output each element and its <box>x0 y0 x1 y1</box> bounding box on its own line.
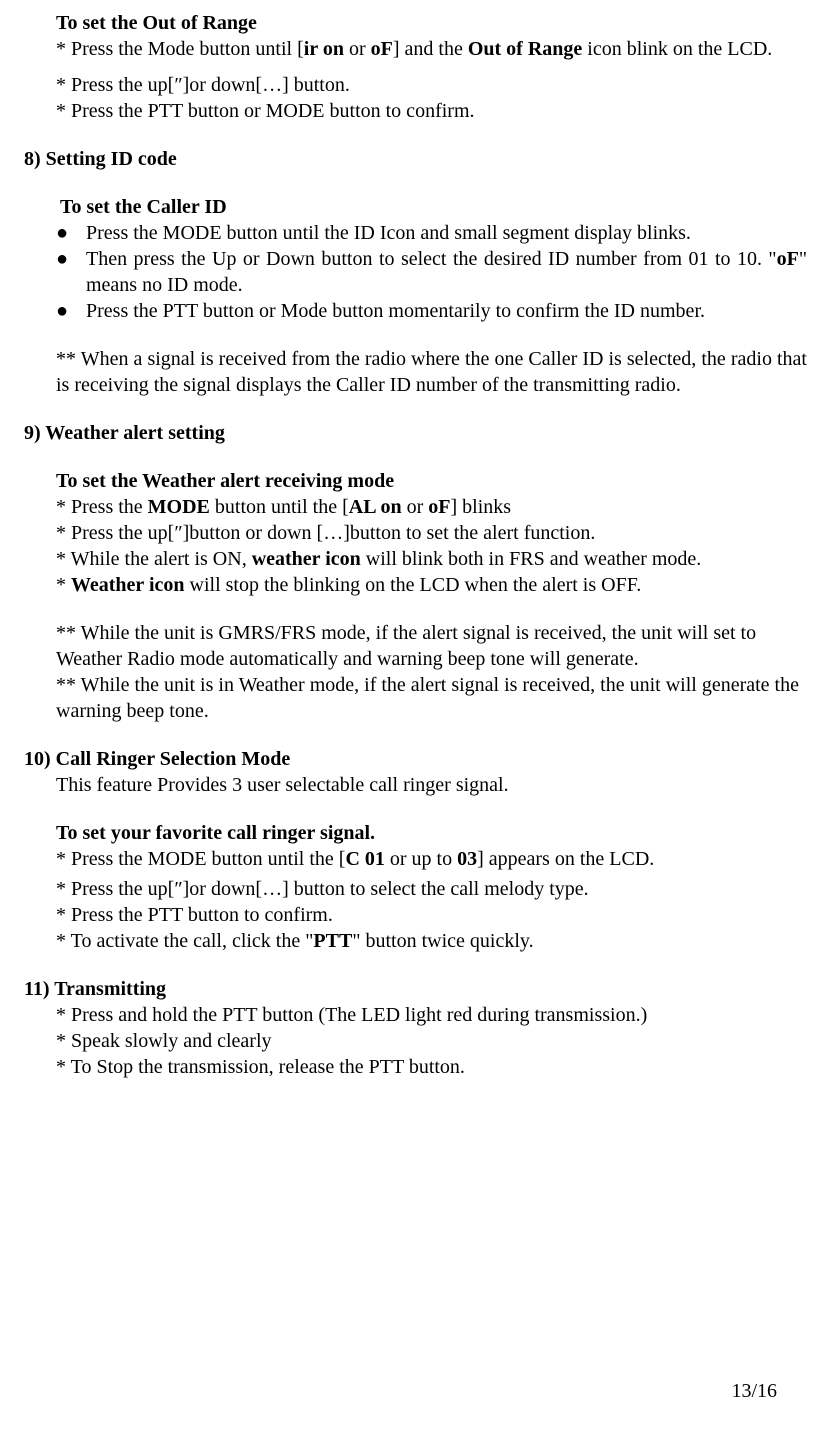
bold-text: MODE <box>148 496 210 518</box>
text: ] blinks <box>450 496 511 518</box>
instruction-line: * Press the MODE button until the [AL on… <box>56 494 807 520</box>
text: ] and the <box>393 38 468 60</box>
bold-text: PTT <box>313 930 352 952</box>
text: * <box>56 574 71 596</box>
bold-text: Weather icon <box>71 574 185 596</box>
text: or <box>402 496 429 518</box>
instruction-line: Press the MODE button until the ID Icon … <box>86 220 807 246</box>
subsection-title-caller-id: To set the Caller ID <box>60 194 807 220</box>
instruction-line: * To Stop the transmission, release the … <box>56 1054 807 1080</box>
instruction-line: * Press the MODE button until the [C 01 … <box>56 846 807 872</box>
instruction-line: * To activate the call, click the "PTT" … <box>56 928 807 954</box>
instruction-line: * Weather icon will stop the blinking on… <box>56 572 807 598</box>
bold-text: oF <box>371 38 393 60</box>
instruction-line: * Press the up[″]button or down […]butto… <box>56 520 807 546</box>
instruction-line: * Press the PTT button to confirm. <box>56 902 807 928</box>
bullet-icon: ● <box>56 246 86 298</box>
text: Then press the Up or Down button to sele… <box>86 248 777 270</box>
text: * While the alert is ON, <box>56 548 252 570</box>
section-heading-8: 8) Setting ID code <box>24 146 807 172</box>
bold-text: C 01 <box>345 848 384 870</box>
instruction-line: * Press the PTT button or MODE button to… <box>56 98 807 124</box>
subsection-title-weather-alert: To set the Weather alert receiving mode <box>56 468 807 494</box>
intro-text: This feature Provides 3 user selectable … <box>56 772 807 798</box>
text: or <box>344 38 371 60</box>
instruction-line: * While the alert is ON, weather icon wi… <box>56 546 807 572</box>
text: or up to <box>385 848 457 870</box>
instruction-line: Then press the Up or Down button to sele… <box>86 246 807 298</box>
text: icon blink on the LCD. <box>582 38 772 60</box>
text: button until the [ <box>210 496 349 518</box>
text: * Press the MODE button until the [ <box>56 848 345 870</box>
note-text: ** When a signal is received from the ra… <box>56 346 807 398</box>
bold-text: oF <box>428 496 450 518</box>
text: * To activate the call, click the " <box>56 930 313 952</box>
subsection-title-out-of-range: To set the Out of Range <box>56 10 807 36</box>
bold-text: Out of Range <box>468 38 582 60</box>
section-heading-9: 9) Weather alert setting <box>24 420 807 446</box>
instruction-line: Press the PTT button or Mode button mome… <box>86 298 807 324</box>
text: * Press the <box>56 496 148 518</box>
text: will blink both in FRS and weather mode. <box>361 548 702 570</box>
section-heading-11: 11) Transmitting <box>24 976 807 1002</box>
instruction-line: * Press the up[″]or down[…] button. <box>56 72 807 98</box>
section-heading-10: 10) Call Ringer Selection Mode <box>24 746 807 772</box>
instruction-line: * Speak slowly and clearly <box>56 1028 807 1054</box>
bullet-icon: ● <box>56 220 86 246</box>
bullet-icon: ● <box>56 298 86 324</box>
note-text: ** While the unit is GMRS/FRS mode, if t… <box>56 620 807 672</box>
instruction-line: * Press the Mode button until [ir on or … <box>56 36 807 62</box>
bold-text: oF <box>777 248 799 270</box>
bold-text: weather icon <box>252 548 361 570</box>
page-number: 13/16 <box>731 1378 777 1404</box>
note-text: ** While the unit is in Weather mode, if… <box>56 672 807 724</box>
bold-text: AL on <box>349 496 402 518</box>
instruction-line: * Press and hold the PTT button (The LED… <box>56 1002 807 1028</box>
text: " button twice quickly. <box>352 930 533 952</box>
text: ] appears on the LCD. <box>477 848 654 870</box>
subsection-title-call-ringer: To set your favorite call ringer signal. <box>56 820 807 846</box>
bold-text: ir on <box>304 38 344 60</box>
text: * Press the Mode button until [ <box>56 38 304 60</box>
text: will stop the blinking on the LCD when t… <box>185 574 642 596</box>
instruction-line: * Press the up[″]or down[…] button to se… <box>56 876 807 902</box>
bold-text: 03 <box>457 848 477 870</box>
